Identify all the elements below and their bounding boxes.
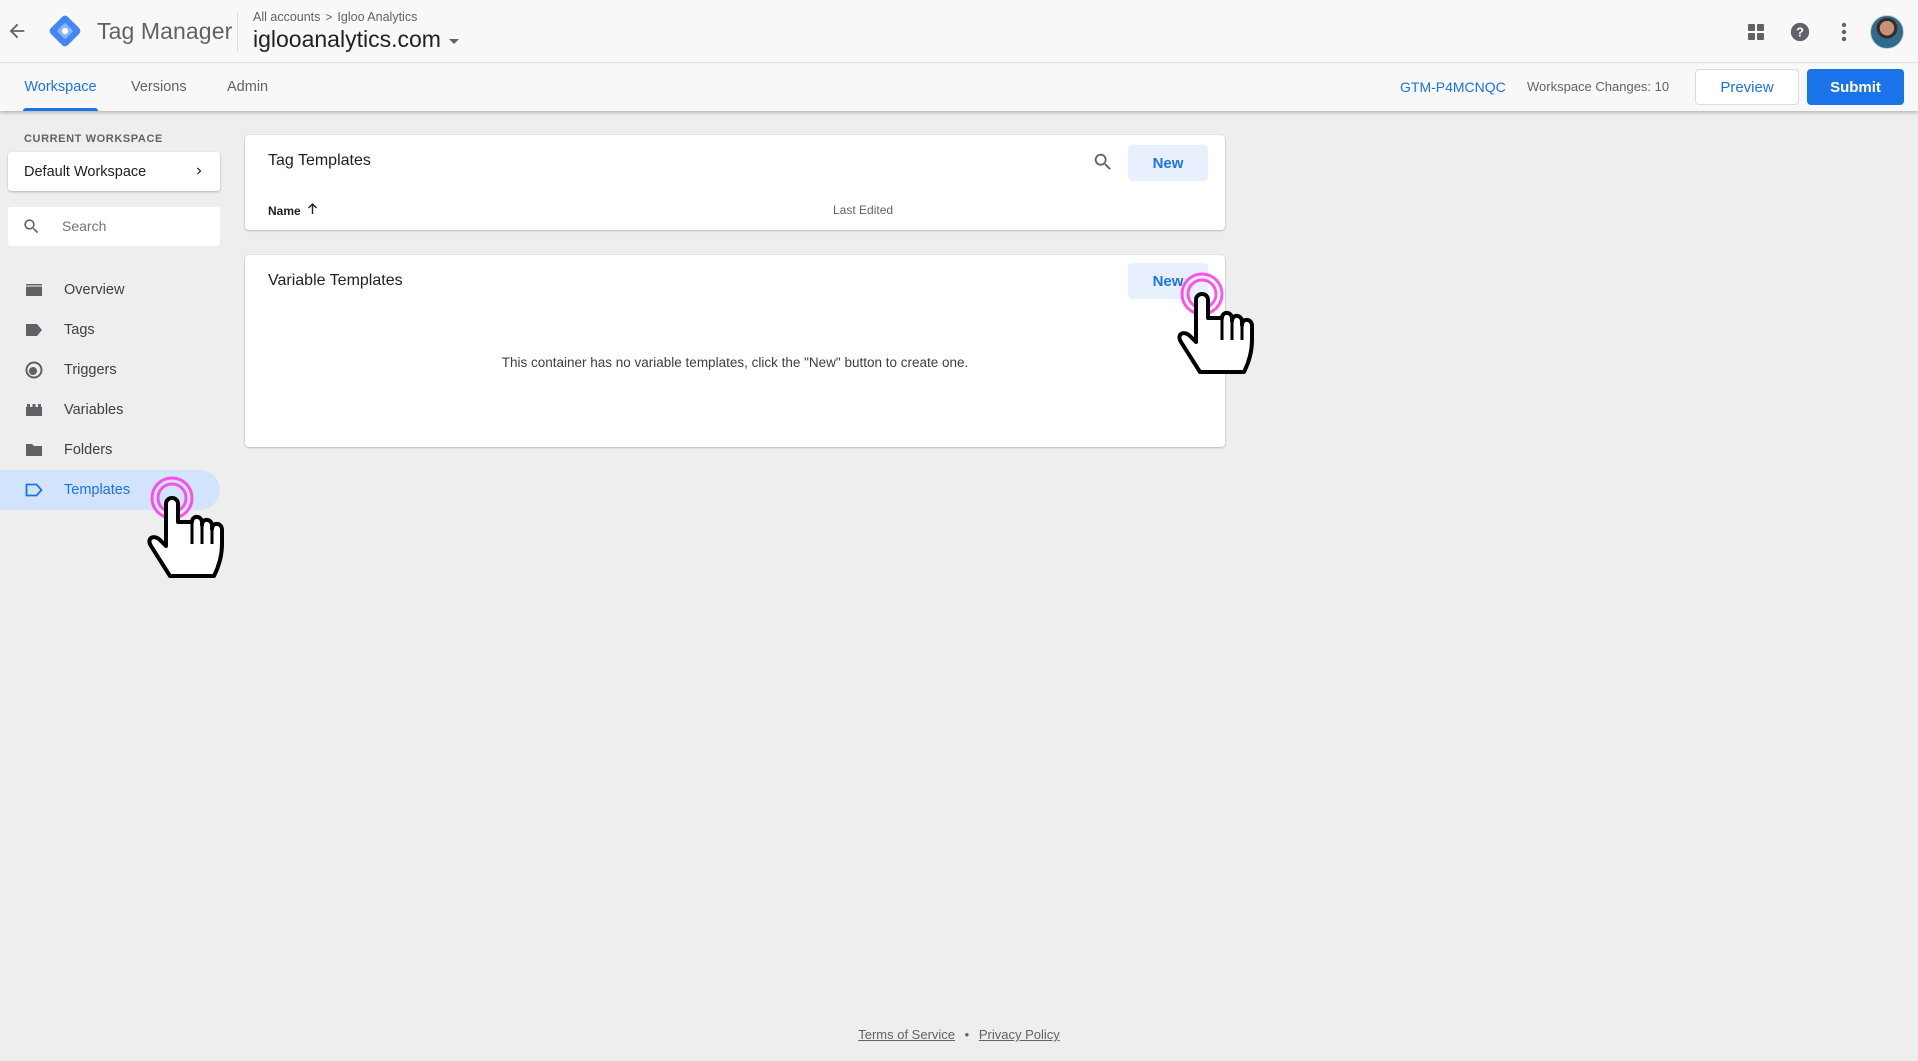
sidebar-item-label: Templates <box>64 482 131 498</box>
breadcrumb-account[interactable]: Igloo Analytics <box>337 10 417 24</box>
overview-icon <box>24 281 44 299</box>
sidebar-item-templates[interactable]: Templates <box>0 470 220 510</box>
search-icon[interactable] <box>1092 151 1114 178</box>
tab-workspace[interactable]: Workspace <box>23 63 98 111</box>
tab-versions[interactable]: Versions <box>131 63 187 111</box>
search-input[interactable] <box>62 215 212 237</box>
sidebar-item-overview[interactable]: Overview <box>0 270 220 310</box>
top-header: Tag Manager All accounts > Igloo Analyti… <box>0 0 1918 63</box>
sidebar-search <box>8 207 220 246</box>
breadcrumb-separator: > <box>325 10 333 24</box>
apps-grid-icon[interactable] <box>1734 14 1778 50</box>
empty-state-message: This container has no variable templates… <box>501 355 969 370</box>
column-header-label: Name <box>268 203 301 218</box>
dropdown-caret-icon <box>448 38 459 44</box>
preview-button[interactable]: Preview <box>1695 69 1799 105</box>
privacy-policy-link[interactable]: Privacy Policy <box>979 1027 1060 1042</box>
container-id-link[interactable]: GTM-P4MCNQC <box>1400 79 1506 95</box>
tag-manager-logo-icon <box>48 14 82 48</box>
app-title: Tag Manager <box>97 18 233 44</box>
workspace-toolbar: Workspace Versions Admin GTM-P4MCNQC Wor… <box>0 63 1918 111</box>
footer-separator: • <box>964 1027 970 1042</box>
search-icon <box>22 217 41 241</box>
breadcrumb-all-accounts[interactable]: All accounts <box>253 10 320 24</box>
chevron-right-icon <box>192 164 206 182</box>
workspace-selector[interactable]: Default Workspace <box>8 152 220 191</box>
container-selector[interactable]: iglooanalytics.com <box>253 26 459 53</box>
new-variable-template-button[interactable]: New <box>1128 263 1208 299</box>
header-divider <box>237 12 238 52</box>
sidebar-item-tags[interactable]: Tags <box>0 310 220 350</box>
back-arrow-icon[interactable] <box>6 20 28 42</box>
avatar[interactable] <box>1870 15 1904 49</box>
sidebar-item-label: Tags <box>64 322 95 338</box>
sidebar-item-label: Triggers <box>64 362 117 378</box>
variable-templates-card: Variable Templates New This container ha… <box>245 255 1225 447</box>
trigger-icon <box>24 361 44 379</box>
current-workspace-label: CURRENT WORKSPACE <box>24 133 163 145</box>
sidebar-nav: Overview Tags Triggers Variables Folders… <box>0 270 220 510</box>
help-icon[interactable]: ? <box>1778 14 1822 50</box>
submit-button[interactable]: Submit <box>1807 69 1904 105</box>
header-actions: ? <box>1734 14 1904 50</box>
container-name: iglooanalytics.com <box>253 26 441 52</box>
variable-templates-title: Variable Templates <box>268 272 403 289</box>
sidebar-item-variables[interactable]: Variables <box>0 390 220 430</box>
sidebar-item-label: Overview <box>64 282 125 298</box>
sidebar-item-label: Variables <box>64 402 124 418</box>
more-vert-icon[interactable] <box>1822 14 1866 50</box>
workspace-changes-count: Workspace Changes: 10 <box>1527 79 1670 94</box>
folder-icon <box>24 441 44 459</box>
tab-admin[interactable]: Admin <box>227 63 268 111</box>
variables-icon <box>24 401 44 419</box>
sidebar-item-folders[interactable]: Folders <box>0 430 220 470</box>
workspace-name: Default Workspace <box>24 163 147 180</box>
sidebar-item-label: Folders <box>64 442 113 458</box>
sort-arrow-up-icon <box>307 203 318 218</box>
template-icon <box>24 481 44 499</box>
tag-templates-card: Tag Templates New Name Last Edited <box>245 135 1225 230</box>
tag-templates-title: Tag Templates <box>268 152 371 169</box>
column-header-last-edited[interactable]: Last Edited <box>833 203 893 217</box>
terms-of-service-link[interactable]: Terms of Service <box>858 1027 955 1042</box>
new-tag-template-button[interactable]: New <box>1128 145 1208 181</box>
column-header-name[interactable]: Name <box>268 203 318 218</box>
svg-text:?: ? <box>1796 25 1804 40</box>
breadcrumb: All accounts > Igloo Analytics <box>253 10 417 24</box>
sidebar-item-triggers[interactable]: Triggers <box>0 350 220 390</box>
tag-icon <box>24 321 44 339</box>
footer: Terms of Service • Privacy Policy <box>0 1027 1918 1042</box>
